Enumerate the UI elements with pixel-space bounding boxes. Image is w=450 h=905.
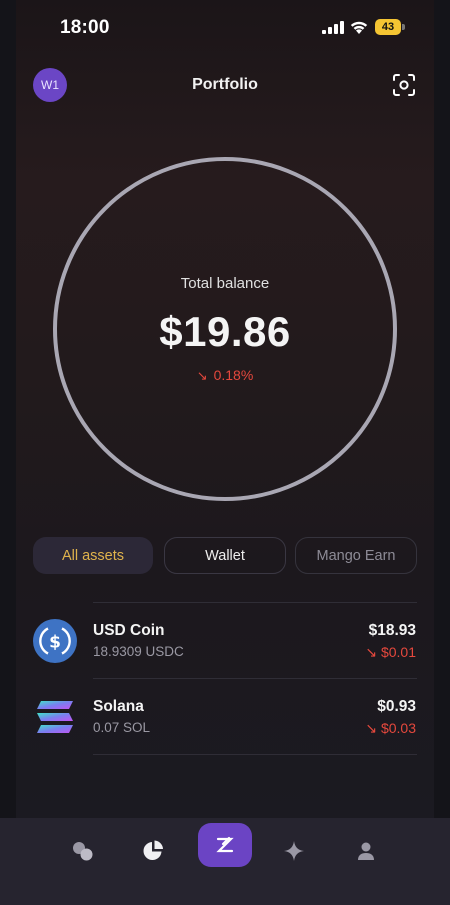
total-balance-value: $19.86 [159,308,291,355]
profile-icon [358,842,374,860]
asset-change-value: $0.03 [380,720,416,736]
down-arrow-icon: ↘ [365,644,381,660]
scan-icon[interactable] [391,72,417,98]
down-arrow-icon: ↘ [365,720,381,736]
asset-name: USD Coin [93,622,165,639]
battery-level: 43 [375,19,401,35]
solana-icon [37,701,73,733]
nav-profile[interactable] [344,831,388,871]
mango-logo-icon [216,836,234,853]
asset-filter-tabs: All assets Wallet Mango Earn [33,537,417,576]
battery-tip [402,24,405,30]
asset-row-usdc[interactable]: $ USD Coin 18.9309 USDC $18.93 ↘ $0.01 [0,603,450,679]
nav-swap[interactable] [61,831,105,871]
sparkle-icon [284,841,304,861]
list-divider [93,754,417,755]
asset-name: Solana [93,698,144,715]
asset-amount: 0.07 SOL [93,720,151,735]
asset-value: $18.93 [368,622,416,639]
swap-icon [73,842,93,861]
total-balance-change: ↘ 0.18% [0,367,450,384]
asset-change-value: $0.01 [380,644,416,660]
usdc-icon: $ [33,619,77,663]
portfolio-pie-icon [143,840,163,860]
battery-indicator: 43 [375,19,406,36]
nav-rewards[interactable] [272,831,316,871]
wifi-icon [350,21,368,34]
signal-icon [322,21,344,34]
tab-mango-earn[interactable]: Mango Earn [295,537,417,574]
tab-wallet[interactable]: Wallet [164,537,286,574]
nav-mango-home[interactable] [198,823,252,867]
asset-value: $0.93 [377,698,416,715]
tab-all-assets[interactable]: All assets [33,537,153,574]
asset-change: ↘ $0.01 [365,644,416,661]
nav-portfolio[interactable] [131,831,175,871]
asset-amount: 18.9309 USDC [93,644,184,659]
change-percent: 0.18% [213,367,254,383]
svg-text:$: $ [49,633,61,653]
status-time: 18:00 [60,17,110,38]
status-bar: 18:00 43 [0,0,450,56]
asset-row-sol[interactable]: Solana 0.07 SOL $0.93 ↘ $0.03 [0,679,450,755]
down-arrow-icon: ↘ [196,368,208,383]
page-title: Portfolio [192,76,258,93]
asset-change: ↘ $0.03 [365,720,416,737]
total-balance-label: Total balance [180,275,270,292]
